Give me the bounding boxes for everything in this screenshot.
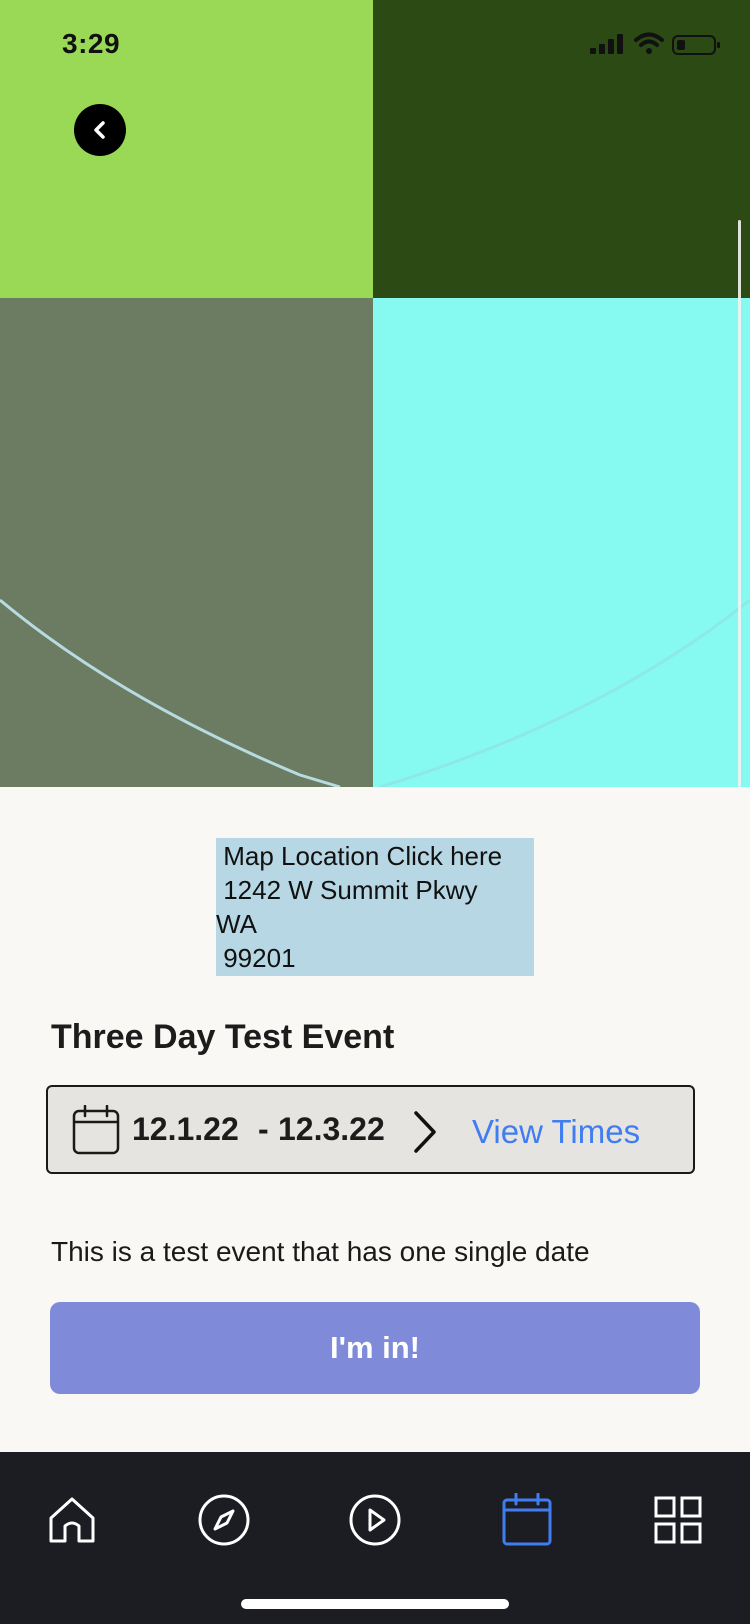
play-icon	[349, 1494, 401, 1546]
bottom-tab-bar	[0, 1452, 750, 1624]
home-indicator	[241, 1599, 509, 1609]
tab-events[interactable]	[497, 1490, 557, 1550]
event-end-date: 12.3.22	[278, 1111, 385, 1147]
map-address-state: WA	[216, 909, 257, 939]
status-bar: 3:29	[0, 0, 750, 90]
status-time: 3:29	[62, 28, 121, 59]
tab-home[interactable]	[42, 1490, 102, 1550]
scroll-indicator[interactable]	[738, 220, 741, 787]
chevron-right-icon	[414, 1111, 436, 1153]
map-location-label: Map Location Click here	[216, 841, 503, 871]
event-date-range[interactable]: 12.1.22 - 12.3.22 View Times	[46, 1085, 695, 1174]
date-separator: -	[258, 1111, 269, 1147]
map-address-street: 1242 W Summit Pkwy	[216, 875, 478, 905]
tab-media[interactable]	[345, 1490, 405, 1550]
tab-more[interactable]	[648, 1490, 708, 1550]
event-start-date: 12.1.22	[132, 1111, 239, 1147]
battery-icon	[672, 35, 720, 55]
compass-icon	[198, 1494, 250, 1546]
back-button[interactable]	[74, 104, 126, 156]
chevron-left-icon	[94, 121, 105, 139]
map-location-link[interactable]: Map Location Click here 1242 W Summit Pk…	[216, 838, 534, 976]
hero-quadrant-bottom-left	[0, 298, 373, 787]
wifi-icon	[634, 32, 664, 54]
tab-explore[interactable]	[194, 1490, 254, 1550]
event-description: This is a test event that has one single…	[51, 1236, 590, 1267]
view-times-link[interactable]: View Times	[472, 1113, 640, 1151]
hero-quadrant-bottom-right	[373, 298, 750, 787]
im-in-button[interactable]: I'm in!	[50, 1302, 700, 1394]
calendar-icon	[72, 1105, 120, 1155]
grid-icon	[654, 1496, 702, 1544]
event-title: Three Day Test Event	[51, 1018, 395, 1056]
cellular-signal-icon	[590, 34, 623, 54]
map-address-zip: 99201	[216, 943, 296, 973]
calendar-icon	[502, 1493, 552, 1546]
home-icon	[49, 1497, 95, 1543]
